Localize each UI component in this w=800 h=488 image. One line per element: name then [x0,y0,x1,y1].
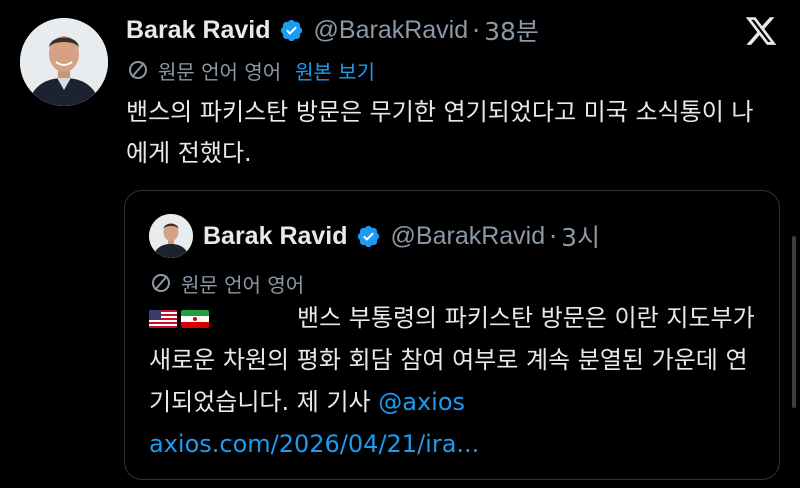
translation-notice: 원문 언어 영어 원본 보기 [126,56,375,84]
iran-flag-icon [181,310,209,328]
header-separator: · [472,15,481,45]
verified-badge-icon [357,225,379,247]
tweet-header: Barak Ravid @BarakRavid · 38분 [126,12,539,48]
quoted-tweet-text: 밴스 부통령의 파키스탄 방문은 이란 지도부가 새로운 차원의 평화 회담 참… [149,297,759,465]
translate-icon [152,274,170,292]
quoted-tweet-header: Barak Ravid @BarakRavid · 3시 [149,213,600,259]
quoted-translation-notice: 원문 언어 영어 [149,269,304,297]
quoted-translation-label: 원문 언어 영어 [181,272,305,297]
quoted-author-handle: @BarakRavid [390,221,546,250]
quoted-tweet[interactable]: Barak Ravid @BarakRavid · 3시 원문 언어 영어 밴스… [124,190,780,480]
author-name[interactable]: Barak Ravid [126,16,271,45]
show-original-link[interactable]: 원본 보기 [295,56,375,85]
translate-icon [129,61,147,79]
verified-badge-icon [280,19,302,41]
quoted-header-separator: · [549,221,558,251]
author-handle[interactable]: @BarakRavid [314,16,469,45]
us-flag-icon [149,310,177,328]
translation-label: 원문 언어 영어 [158,59,282,84]
author-avatar[interactable] [20,18,108,106]
scrollbar[interactable] [792,236,796,408]
quoted-author-avatar [149,214,193,258]
article-link[interactable]: axios.com/2026/04/21/ira... [149,430,479,458]
mention-link[interactable]: @axios [378,388,465,416]
tweet-text: 밴스의 파키스탄 방문은 무기한 연기되었다고 미국 소식통이 나에게 전했다. [126,98,754,167]
quoted-timestamp: 3시 [561,223,600,252]
timestamp[interactable]: 38분 [484,12,539,48]
x-logo-icon[interactable] [744,14,778,48]
quoted-author-name: Barak Ravid [203,221,348,250]
